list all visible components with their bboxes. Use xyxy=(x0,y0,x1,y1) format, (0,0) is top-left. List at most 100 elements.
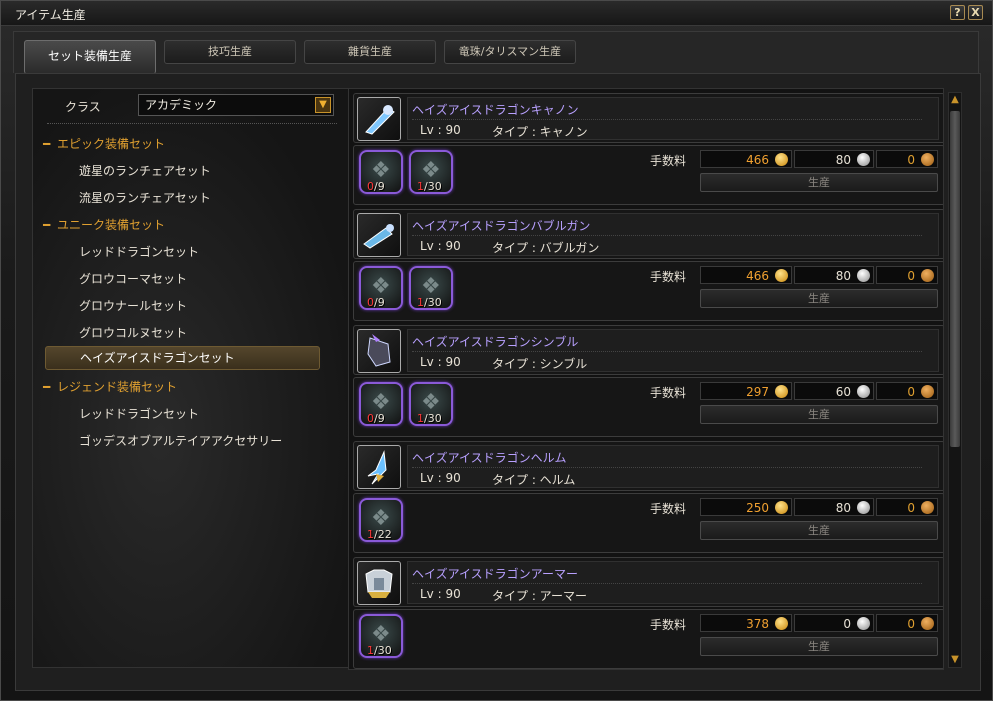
tab-strip: セット装備生産 技巧生産 雜貨生産 竜珠/タリスマン生産 xyxy=(13,31,979,74)
tree-item[interactable]: 遊星のランチェアセット xyxy=(79,162,211,179)
material-slot[interactable]: ❖ 1/22 xyxy=(359,498,403,542)
silver-coin-icon xyxy=(857,501,870,514)
tree-item[interactable]: グロウナールセット xyxy=(79,297,187,314)
recipe-type: タイプ : バブルガン xyxy=(492,241,600,255)
material-slot[interactable]: ❖ 1/30 xyxy=(409,150,453,194)
gold-coin-icon xyxy=(775,153,788,166)
material-have: 1 xyxy=(417,180,424,193)
armor-icon[interactable] xyxy=(357,561,401,605)
material-slot[interactable]: ❖ 0/9 xyxy=(359,382,403,426)
recipe-name: ヘイズアイスドラゴンキャノン xyxy=(412,103,579,117)
fee-copper: 0 xyxy=(876,266,938,284)
fee-label: 手数料 xyxy=(650,154,687,168)
produce-button[interactable]: 生産 xyxy=(700,521,938,540)
fee-silver: 0 xyxy=(794,614,874,632)
material-slot[interactable]: ❖ 1/30 xyxy=(359,614,403,658)
fee-label: 手数料 xyxy=(650,270,687,284)
divider xyxy=(412,583,922,584)
recipe-header: ヘイズアイスドラゴンバブルガン Lv : 90 タイプ : バブルガン xyxy=(353,209,943,259)
material-have: 1 xyxy=(417,412,424,425)
produce-button[interactable]: 生産 xyxy=(700,289,938,308)
scroll-up-icon[interactable]: ▲ xyxy=(949,94,961,106)
tree-item[interactable]: レッドドラゴンセット xyxy=(79,243,199,260)
recipe-info: ヘイズアイスドラゴンヘルム Lv : 90 タイプ : ヘルム xyxy=(407,445,939,488)
material-have: 0 xyxy=(367,412,374,425)
recipe-name: ヘイズアイスドラゴンバブルガン xyxy=(412,219,591,233)
recipe-name: ヘイズアイスドラゴンシンブル xyxy=(412,335,579,349)
recipe-scrollbar[interactable]: ▲ ▼ xyxy=(948,92,962,668)
recipe-level: Lv : 90 xyxy=(420,355,461,369)
tree-item[interactable]: グロウコーマセット xyxy=(79,270,187,287)
scroll-down-icon[interactable]: ▼ xyxy=(949,654,961,666)
close-button[interactable]: X xyxy=(968,5,983,20)
recipe-body: ❖ 0/9 ❖ 1/30 手数料 466 80 0 生産 xyxy=(353,145,943,205)
class-dropdown[interactable]: アカデミック ▼ xyxy=(138,94,334,116)
tab-dragon-jade[interactable]: 竜珠/タリスマン生産 xyxy=(444,40,576,64)
silver-coin-icon xyxy=(857,269,870,282)
recipe-name: ヘイズアイスドラゴンヘルム xyxy=(412,451,567,465)
content-area: クラス アカデミック ▼ ━ エピック装備セット 遊星のランチェアセット 流星のラ… xyxy=(15,73,981,691)
helm-icon[interactable] xyxy=(357,445,401,489)
divider xyxy=(412,119,922,120)
material-have: 1 xyxy=(417,296,424,309)
recipe-body: ❖ 0/9 ❖ 1/30 手数料 466 80 0 生産 xyxy=(353,261,943,321)
material-need: /30 xyxy=(374,644,392,657)
material-need: /9 xyxy=(374,296,385,309)
divider xyxy=(412,235,922,236)
category-epic[interactable]: ━ エピック装備セット xyxy=(43,135,165,152)
recipe-body: ❖ 1/22 手数料 250 80 0 生産 xyxy=(353,493,943,553)
tree-item[interactable]: レッドドラゴンセット xyxy=(79,405,199,422)
material-slot[interactable]: ❖ 0/9 xyxy=(359,266,403,310)
tree-item[interactable]: ゴッデスオブアルテイアアクセサリー xyxy=(79,432,282,449)
recipe-level: Lv : 90 xyxy=(420,587,461,601)
recipe-level: Lv : 90 xyxy=(420,239,461,253)
cannon-icon[interactable] xyxy=(357,97,401,141)
bubblegun-icon[interactable] xyxy=(357,213,401,257)
material-have: 1 xyxy=(367,644,374,657)
fee-label: 手数料 xyxy=(650,502,687,516)
produce-button[interactable]: 生産 xyxy=(700,173,938,192)
thimble-icon[interactable] xyxy=(357,329,401,373)
material-need: /30 xyxy=(424,412,442,425)
set-list-panel: クラス アカデミック ▼ ━ エピック装備セット 遊星のランチェアセット 流星のラ… xyxy=(32,88,352,668)
scrollbar-thumb[interactable] xyxy=(950,111,960,447)
divider xyxy=(412,467,922,468)
recipe-type: タイプ : シンブル xyxy=(492,357,588,371)
material-slot[interactable]: ❖ 1/30 xyxy=(409,266,453,310)
help-button[interactable]: ? xyxy=(950,5,965,20)
copper-coin-icon xyxy=(921,153,934,166)
recipe-header: ヘイズアイスドラゴンヘルム Lv : 90 タイプ : ヘルム xyxy=(353,441,943,491)
fee-label: 手数料 xyxy=(650,618,687,632)
recipe-header: ヘイズアイスドラゴンキャノン Lv : 90 タイプ : キャノン xyxy=(353,93,943,143)
tree-item[interactable]: グロウコルヌセット xyxy=(79,324,187,341)
category-unique[interactable]: ━ ユニーク装備セット xyxy=(43,216,165,233)
chevron-down-icon[interactable]: ▼ xyxy=(315,97,331,113)
silver-coin-icon xyxy=(857,385,870,398)
tab-set-equipment[interactable]: セット装備生産 xyxy=(24,40,156,74)
recipe-body: ❖ 1/30 手数料 378 0 0 生産 xyxy=(353,609,943,669)
collapse-icon: ━ xyxy=(43,380,51,394)
recipe-list: ヘイズアイスドラゴンキャノン Lv : 90 タイプ : キャノン ❖ 0/9 … xyxy=(348,88,944,670)
recipe-level: Lv : 90 xyxy=(420,471,461,485)
fee-copper: 0 xyxy=(876,382,938,400)
tree-item[interactable]: 流星のランチェアセット xyxy=(79,189,211,206)
title-bar[interactable]: アイテム生産 ? X xyxy=(1,1,992,26)
material-slot[interactable]: ❖ 1/30 xyxy=(409,382,453,426)
tab-technique[interactable]: 技巧生産 xyxy=(164,40,296,64)
collapse-icon: ━ xyxy=(43,218,51,232)
recipe-type: タイプ : アーマー xyxy=(492,589,587,603)
tree-item-selected[interactable]: ヘイズアイスドラゴンセット xyxy=(45,346,320,370)
recipe-card: ヘイズアイスドラゴンバブルガン Lv : 90 タイプ : バブルガン ❖ 0/… xyxy=(353,209,943,321)
class-label: クラス xyxy=(65,100,101,114)
copper-coin-icon xyxy=(921,501,934,514)
produce-button[interactable]: 生産 xyxy=(700,637,938,656)
recipe-header: ヘイズアイスドラゴンシンブル Lv : 90 タイプ : シンブル xyxy=(353,325,943,375)
divider xyxy=(412,351,922,352)
category-legend[interactable]: ━ レジェンド装備セット xyxy=(43,378,177,395)
divider xyxy=(47,123,337,124)
produce-button[interactable]: 生産 xyxy=(700,405,938,424)
material-slot[interactable]: ❖ 0/9 xyxy=(359,150,403,194)
tab-goods[interactable]: 雜貨生産 xyxy=(304,40,436,64)
recipe-info: ヘイズアイスドラゴンキャノン Lv : 90 タイプ : キャノン xyxy=(407,97,939,140)
fee-silver: 80 xyxy=(794,498,874,516)
